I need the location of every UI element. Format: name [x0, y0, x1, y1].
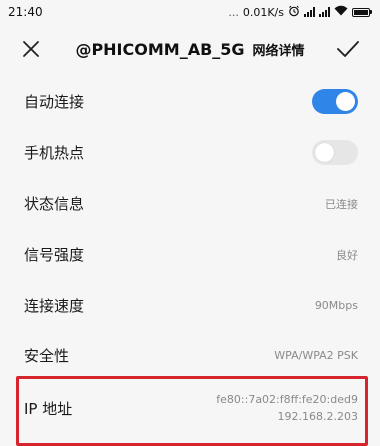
- hotspot-toggle[interactable]: [312, 140, 358, 165]
- network-speed: 0.01K/s: [242, 5, 284, 19]
- signal-label: 信号强度: [24, 246, 85, 264]
- row-ip-address: IP 地址 fe80::7a02:f8ff:fe20:ded9 192.168.…: [0, 380, 380, 436]
- ip-label: IP 地址: [24, 399, 73, 418]
- security-label: 安全性: [24, 347, 70, 365]
- row-signal: 信号强度 良好: [0, 229, 380, 280]
- status-value: 已连接: [325, 197, 358, 211]
- status-dots: ...: [228, 5, 239, 19]
- check-icon[interactable]: [334, 35, 362, 63]
- alarm-icon: [288, 5, 300, 20]
- toggle-knob: [315, 143, 334, 162]
- ipv6-value: fe80::7a02:f8ff:fe20:ded9: [216, 393, 358, 406]
- signal-icon: [304, 7, 315, 17]
- row-speed: 连接速度 90Mbps: [0, 280, 380, 331]
- ipv4-value: 192.168.2.203: [277, 410, 358, 423]
- title-suffix: 网络详情: [252, 43, 305, 59]
- status-bar: 21:40 ... 0.01K/s: [0, 0, 380, 24]
- row-status: 状态信息 已连接: [0, 178, 380, 229]
- title-bar: @PHICOMM_AB_5G 网络详情: [0, 24, 380, 74]
- row-hotspot: 手机热点: [0, 127, 380, 178]
- signal-icon-2: [319, 7, 330, 17]
- signal-value: 良好: [336, 248, 358, 262]
- speed-value: 90Mbps: [314, 299, 358, 312]
- close-icon[interactable]: [18, 36, 44, 62]
- page-title: @PHICOMM_AB_5G 网络详情: [0, 24, 380, 74]
- status-time: 21:40: [8, 5, 43, 19]
- auto-connect-label: 自动连接: [24, 93, 85, 111]
- wifi-icon: [334, 5, 348, 19]
- toggle-knob: [336, 92, 355, 111]
- network-ssid: @PHICOMM_AB_5G: [75, 39, 245, 59]
- hotspot-label: 手机热点: [24, 144, 85, 162]
- security-value: WPA/WPA2 PSK: [274, 349, 358, 362]
- status-label: 状态信息: [24, 195, 85, 213]
- auto-connect-toggle[interactable]: [312, 89, 358, 114]
- ip-values: fe80::7a02:f8ff:fe20:ded9 192.168.2.203: [216, 391, 358, 425]
- status-indicators: ... 0.01K/s: [228, 5, 372, 20]
- speed-label: 连接速度: [24, 297, 85, 315]
- row-security: 安全性 WPA/WPA2 PSK: [0, 330, 380, 381]
- battery-icon: [352, 7, 372, 17]
- row-auto-connect: 自动连接: [0, 76, 380, 127]
